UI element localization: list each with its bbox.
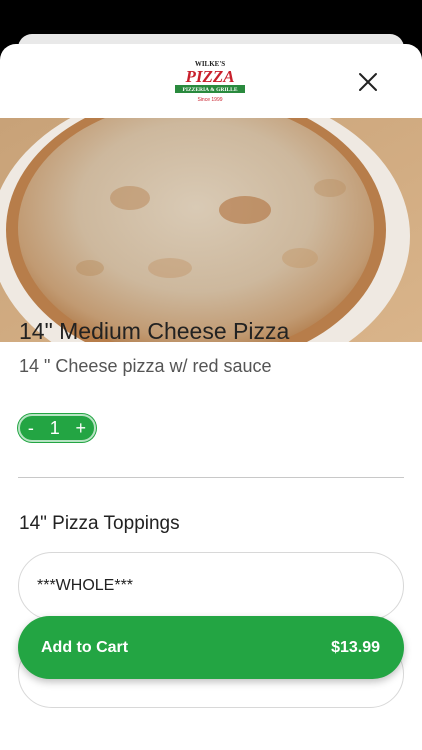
- add-to-cart-label: Add to Cart: [41, 638, 129, 656]
- product-image: [0, 118, 422, 342]
- close-icon: [359, 73, 377, 91]
- product-title: 14" Medium Cheese Pizza: [19, 318, 290, 344]
- decrease-quantity-button[interactable]: -: [28, 419, 34, 437]
- toppings-section-title: 14" Pizza Toppings: [19, 513, 180, 534]
- divider: [18, 477, 404, 478]
- cart-price: $13.99: [331, 638, 380, 656]
- product-modal: WILKE'S PIZZA PIZZERIA & GRILLE Since 19…: [0, 44, 422, 750]
- increase-quantity-button[interactable]: +: [76, 419, 87, 437]
- restaurant-logo: WILKE'S PIZZA PIZZERIA & GRILLE Since 19…: [175, 60, 245, 103]
- product-description: 14 " Cheese pizza w/ red sauce: [19, 356, 272, 376]
- modal-header: WILKE'S PIZZA PIZZERIA & GRILLE Since 19…: [0, 44, 422, 118]
- quantity-value: 1: [49, 418, 60, 438]
- close-button[interactable]: [354, 68, 382, 96]
- topping-option-whole[interactable]: ***WHOLE***: [18, 552, 404, 620]
- topping-option-label: ***WHOLE***: [37, 577, 134, 594]
- svg-text:PIZZA: PIZZA: [184, 67, 234, 86]
- svg-text:Since 1999: Since 1999: [197, 97, 222, 103]
- svg-text:PIZZERIA & GRILLE: PIZZERIA & GRILLE: [182, 87, 237, 93]
- quantity-stepper[interactable]: - 1 +: [18, 414, 96, 442]
- add-to-cart-button[interactable]: Add to Cart $13.99: [18, 616, 404, 679]
